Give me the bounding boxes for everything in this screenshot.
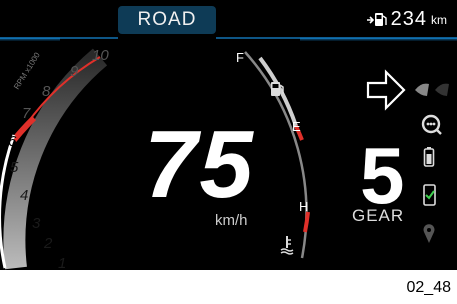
location-icon bbox=[419, 221, 445, 247]
tach-tick-8: 8 bbox=[42, 83, 51, 100]
tach-tick-10: 10 bbox=[92, 47, 109, 64]
tach-tick-9: 9 bbox=[70, 63, 79, 80]
tach-tick-6: 6 bbox=[8, 133, 17, 150]
tach-tick-1: 1 bbox=[58, 255, 66, 270]
phone-icon bbox=[419, 183, 445, 209]
tach-tick-7: 7 bbox=[22, 105, 31, 122]
tach-unit-label: RPM x1000 bbox=[12, 50, 42, 91]
coolant-temperature-icon bbox=[280, 236, 294, 255]
temp-hot-label: H bbox=[299, 199, 308, 214]
tach-tick-4: 4 bbox=[20, 187, 28, 204]
tach-tick-3: 3 bbox=[32, 215, 41, 232]
gear-label: GEAR bbox=[352, 206, 405, 225]
connectivity-icon bbox=[419, 112, 445, 138]
shift-up-arrow-icon bbox=[366, 69, 406, 111]
tach-tick-2: 2 bbox=[43, 235, 53, 252]
battery-icon bbox=[419, 145, 445, 171]
figure-code: 02_48 bbox=[406, 279, 452, 296]
fuel-empty-label: E bbox=[292, 119, 301, 134]
tach-tick-5: 5 bbox=[10, 159, 19, 176]
speed-unit: km/h bbox=[215, 212, 248, 229]
fuel-full-label: F bbox=[236, 50, 244, 65]
turn-signal-icon bbox=[413, 80, 451, 106]
speed-value: 75 bbox=[144, 111, 255, 218]
dashboard-screen: ROAD 234 km RPM x1000 1 2 3 4 5 6 7 8 9 10 bbox=[0, 0, 457, 270]
